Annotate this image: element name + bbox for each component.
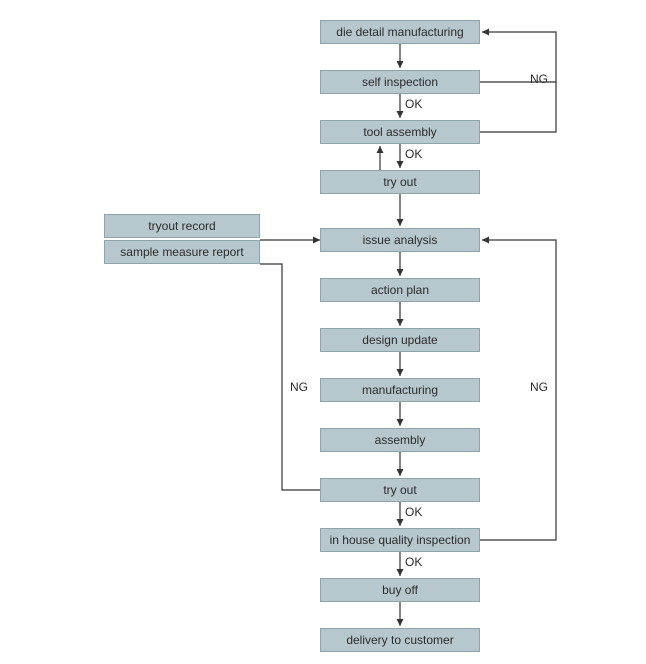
label-ng-2: NG [290, 380, 308, 394]
box-die-detail-manufacturing: die detail manufacturing [320, 20, 480, 44]
label-ng-1: NG [530, 72, 548, 86]
box-try-out-2: try out [320, 478, 480, 502]
box-tryout-record: tryout record [104, 214, 260, 238]
label-ok-4: OK [405, 555, 422, 569]
box-sample-measure-report: sample measure report [104, 240, 260, 264]
label-ok-2: OK [405, 147, 422, 161]
box-delivery-to-customer: delivery to customer [320, 628, 480, 652]
label-ng-3: NG [530, 380, 548, 394]
box-assembly: assembly [320, 428, 480, 452]
box-tool-assembly: tool assembly [320, 120, 480, 144]
box-buy-off: buy off [320, 578, 480, 602]
box-in-house-quality-inspection: in house quality inspection [320, 528, 480, 552]
box-self-inspection: self inspection [320, 70, 480, 94]
box-design-update: design update [320, 328, 480, 352]
label-ok-3: OK [405, 505, 422, 519]
box-issue-analysis: issue analysis [320, 228, 480, 252]
flowchart-canvas: die detail manufacturing self inspection… [0, 0, 646, 664]
box-action-plan: action plan [320, 278, 480, 302]
box-try-out-1: try out [320, 170, 480, 194]
label-ok-1: OK [405, 97, 422, 111]
box-manufacturing: manufacturing [320, 378, 480, 402]
